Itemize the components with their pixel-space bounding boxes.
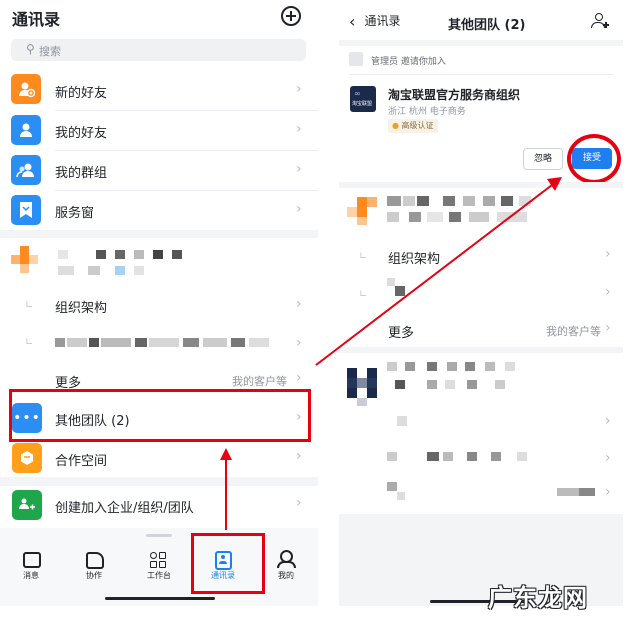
tab-label: 协作 <box>86 571 102 580</box>
highlight-box-other-teams <box>9 389 311 442</box>
add-team-icon <box>12 490 42 520</box>
menu-label: 我的群组 <box>55 166 108 181</box>
home-indicator <box>105 597 215 600</box>
tab-messages[interactable]: 消息 <box>11 550 51 590</box>
menu-item-coop-space[interactable]: 合作空间 › <box>0 440 318 476</box>
chevron-right-icon: › <box>296 121 302 137</box>
invite-text: 管理员 邀请你加入 <box>371 57 446 67</box>
chevron-right-icon: › <box>605 450 611 466</box>
chevron-right-icon: › <box>605 413 611 429</box>
plus-circle-icon[interactable] <box>281 6 301 26</box>
chevron-right-icon: › <box>605 284 611 300</box>
chevron-right-icon: › <box>605 320 611 336</box>
sub-org2-blurred[interactable] <box>387 452 557 472</box>
menu-item-my-friends[interactable]: 我的好友 › <box>0 110 318 150</box>
menu-label: 我的好友 <box>55 126 108 141</box>
user-icon <box>11 115 41 145</box>
tree-line-icon: ∟ <box>25 300 34 311</box>
red-arrow-diagonal <box>315 177 562 366</box>
org-logo-text: 淘宝联盟 <box>352 101 373 107</box>
menu-item-my-groups[interactable]: 我的群组 › <box>0 150 318 190</box>
red-arrow-up <box>220 448 232 530</box>
tab-collaborate[interactable]: 协作 <box>74 550 114 590</box>
search-placeholder: 搜索 <box>39 45 61 58</box>
watermark: 广东龙网 <box>488 584 588 612</box>
group-icon <box>11 155 41 185</box>
back-button[interactable]: ‹ 通讯录 <box>349 12 401 32</box>
chevron-right-icon: › <box>296 81 302 97</box>
create-org-label: 创建加入企业/组织/团队 <box>55 501 194 516</box>
chevron-right-icon: › <box>296 448 302 464</box>
tab-workbench[interactable]: 工作台 <box>139 550 179 590</box>
org-structure-label[interactable]: 组织架构 <box>55 297 107 316</box>
search-input[interactable]: ⚲ 搜索 <box>11 39 306 61</box>
menu-label: 新的好友 <box>55 86 108 101</box>
more-value: 我的客户等 <box>232 375 287 388</box>
chevron-right-icon: › <box>296 495 302 511</box>
menu-item-new-friends[interactable]: 新的好友 › <box>0 70 318 110</box>
message-icon <box>23 552 41 568</box>
tab-label: 我的 <box>278 571 294 580</box>
badge-label: 高级认证 <box>401 121 434 130</box>
chevron-left-icon: ‹ <box>349 12 356 31</box>
org-logo: ∞ 淘宝联盟 <box>350 86 376 112</box>
org-name: 淘宝联盟官方服务商组织 <box>388 88 521 102</box>
chevron-right-icon: › <box>605 246 611 262</box>
chevron-right-icon: › <box>605 484 611 500</box>
add-user-icon <box>11 74 41 104</box>
collaborate-icon <box>86 552 104 569</box>
menu-item-create-org[interactable]: 创建加入企业/组织/团队 › <box>0 486 318 524</box>
badge-icon: ● <box>392 121 399 130</box>
org-name-blurred <box>58 250 198 278</box>
page-title: 其他团队 (2) <box>448 18 526 33</box>
tab-label: 工作台 <box>147 571 171 580</box>
verified-badge: ● 高级认证 <box>388 119 438 133</box>
admin-avatar <box>349 52 363 66</box>
left-screen: 通讯录 ⚲ 搜索 新的好友 › 我的好友 › 我的群组 › 服务窗 › ∟ 组织… <box>0 0 318 606</box>
add-group-icon[interactable] <box>591 13 609 29</box>
page-title: 通讯录 <box>12 10 61 29</box>
coop-label: 合作空间 <box>55 454 108 469</box>
workbench-icon <box>150 552 167 568</box>
highlight-circle-accept <box>567 134 621 184</box>
menu-label: 服务窗 <box>55 206 95 221</box>
search-icon: ⚲ <box>26 42 35 56</box>
back-label: 通讯录 <box>364 14 401 28</box>
sub-org3-blurred[interactable] <box>387 482 607 502</box>
cube-icon <box>12 443 42 473</box>
org-meta: 浙江 杭州 电子商务 <box>388 107 466 117</box>
sub-org-blurred[interactable] <box>55 338 295 347</box>
menu-item-service-window[interactable]: 服务窗 › <box>0 190 318 230</box>
tree-line-icon: ∟ <box>25 337 34 348</box>
tab-profile[interactable]: 我的 <box>266 550 306 590</box>
org-logo <box>11 246 39 274</box>
tab-bar: 消息 协作 工作台 通讯录 我的 <box>0 528 318 606</box>
tab-label: 消息 <box>23 571 39 580</box>
bookmark-icon <box>11 195 41 225</box>
highlight-box-contacts-tab <box>191 533 265 594</box>
